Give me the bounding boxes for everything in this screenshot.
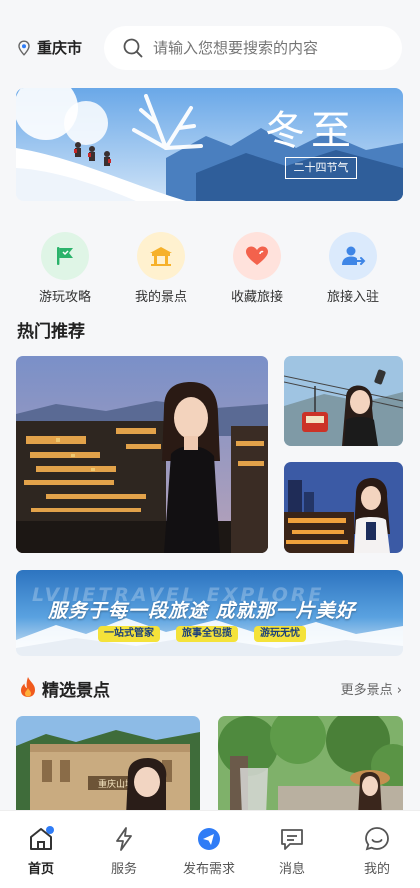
quick-entry-guide[interactable]: 游玩攻略 — [25, 232, 105, 305]
promo-chip: 旅事全包揽 — [176, 626, 238, 642]
quick-entry-label: 我的景点 — [134, 290, 187, 305]
banner-title: 冬至 — [265, 108, 357, 154]
quick-entry-favorites[interactable]: 收藏旅接 — [217, 232, 297, 305]
location-selector[interactable]: 重庆市 — [16, 37, 82, 58]
hot-card-main[interactable] — [16, 356, 268, 553]
tab-home[interactable]: 首页 — [11, 825, 71, 877]
smile-icon — [365, 827, 389, 851]
more-spots-link[interactable]: 更多景点 › — [341, 679, 402, 698]
featured-section-title: 精选景点 — [42, 681, 110, 701]
heart-icon — [233, 232, 281, 280]
promo-chip: 游玩无忧 — [254, 626, 306, 642]
promo-slogan: 服务于每一段旅途 成就那一片美好 — [48, 600, 356, 622]
pavilion-icon — [137, 232, 185, 280]
quick-entry-join[interactable]: 旅接入驻 — [313, 232, 393, 305]
tab-label: 服务 — [110, 862, 137, 877]
tab-mine[interactable]: 我的 — [347, 825, 407, 877]
user-join-icon — [329, 232, 377, 280]
message-icon — [281, 829, 303, 850]
featured-card-1[interactable]: 重庆山城 — [16, 716, 200, 816]
home-icon — [30, 826, 54, 850]
location-pin-icon — [18, 39, 30, 56]
quick-entries: 游玩攻略 我的景点 收藏旅接 旅接入驻 — [0, 232, 420, 305]
tab-service[interactable]: 服务 — [94, 825, 154, 877]
tab-label: 我的 — [363, 862, 390, 877]
tab-label: 消息 — [278, 862, 305, 877]
flag-icon — [41, 232, 89, 280]
hot-photo-cablecar — [284, 356, 403, 446]
hot-card-cablecar[interactable] — [284, 356, 403, 446]
hot-photo-hongyadong — [16, 356, 268, 553]
hot-card-night[interactable] — [284, 462, 403, 553]
bottom-tab-bar: 首页 服务 发布需求 消息 我的 — [0, 810, 420, 888]
hot-photo-night-city — [284, 462, 403, 553]
solar-term-banner[interactable]: 冬至 二十四节气 — [16, 88, 403, 201]
quick-entry-label: 旅接入驻 — [326, 290, 379, 305]
home-page: 重庆市 请输入您想要搜索的内容 冬至 二十四节气 游玩攻略 我的景点 收藏旅接 … — [0, 0, 420, 888]
quick-entry-label: 收藏旅接 — [230, 290, 283, 305]
fire-icon — [18, 676, 38, 698]
tab-label: 首页 — [27, 862, 54, 877]
featured-card-2[interactable] — [218, 716, 403, 816]
featured-photo-trees — [218, 716, 403, 816]
promo-chip: 一站式管家 — [98, 626, 160, 642]
search-input[interactable] — [153, 39, 393, 57]
tab-label: 发布需求 — [182, 862, 235, 877]
send-icon — [198, 828, 220, 850]
search-icon — [123, 38, 143, 58]
quick-entry-label: 游玩攻略 — [38, 290, 91, 305]
tab-publish[interactable]: 发布需求 — [175, 825, 243, 877]
featured-photo-building: 重庆山城 — [16, 716, 200, 816]
search-bar[interactable] — [104, 26, 402, 70]
city-name: 重庆市 — [37, 39, 83, 57]
banner-subtitle: 二十四节气 — [285, 157, 357, 179]
header: 重庆市 — [0, 24, 420, 74]
lightning-icon — [116, 827, 132, 851]
promo-banner[interactable]: LVJIETRAVEL EXPLORE 服务于每一段旅途 成就那一片美好 一站式… — [16, 570, 403, 656]
hot-section-title: 热门推荐 — [17, 322, 85, 342]
quick-entry-my-spots[interactable]: 我的景点 — [121, 232, 201, 305]
tab-messages[interactable]: 消息 — [262, 825, 322, 877]
